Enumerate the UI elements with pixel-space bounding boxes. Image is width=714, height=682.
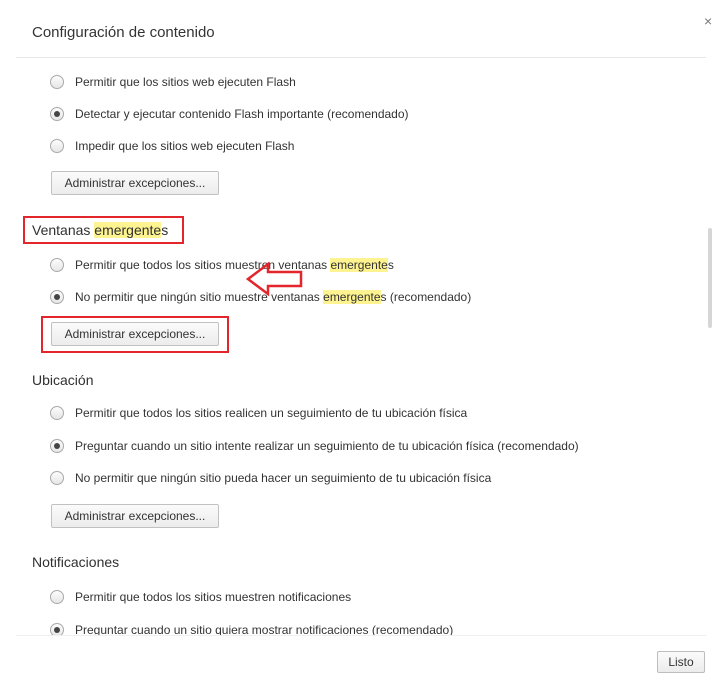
radio-popups-allow[interactable] [50, 258, 64, 272]
content-settings-dialog: Configuración de contenido × Permitir qu… [0, 0, 714, 682]
dialog-title: Configuración de contenido [32, 24, 215, 41]
location-manage-exceptions-button[interactable]: Administrar excepciones... [51, 504, 219, 528]
radio-notifications-ask[interactable] [50, 623, 64, 635]
popups-option-allow-post: s [387, 258, 394, 272]
notifications-option-ask-label: Preguntar cuando un sitio quiera mostrar… [75, 623, 454, 635]
scrollbar-thumb[interactable] [708, 228, 712, 328]
radio-flash-block[interactable] [50, 139, 64, 153]
flash-option-block-label: Impedir que los sitios web ejecuten Flas… [75, 139, 295, 153]
annotation-button-box [41, 316, 229, 353]
radio-location-allow[interactable] [50, 406, 64, 420]
location-option-ask-label: Preguntar cuando un sitio intente realiz… [75, 439, 579, 453]
annotation-arrow-icon [246, 261, 303, 297]
location-option-ask[interactable]: Preguntar cuando un sitio intente realiz… [50, 437, 579, 455]
radio-flash-allow[interactable] [50, 75, 64, 89]
radio-location-block[interactable] [50, 471, 64, 485]
notifications-option-allow[interactable]: Permitir que todos los sitios muestren n… [50, 588, 351, 606]
annotation-heading-box [23, 216, 184, 244]
location-option-allow[interactable]: Permitir que todos los sitios realicen u… [50, 404, 467, 422]
flash-option-detect[interactable]: Detectar y ejecutar contenido Flash impo… [50, 105, 409, 123]
notifications-option-ask[interactable]: Preguntar cuando un sitio quiera mostrar… [50, 621, 453, 635]
popups-option-block-highlight: emergente [323, 290, 381, 304]
flash-manage-exceptions-button[interactable]: Administrar excepciones... [51, 171, 219, 195]
location-option-allow-label: Permitir que todos los sitios realicen u… [75, 406, 468, 420]
popups-option-allow[interactable]: Permitir que todos los sitios muestren v… [50, 256, 394, 274]
radio-notifications-allow[interactable] [50, 590, 64, 604]
location-option-block[interactable]: No permitir que ningún sitio pueda hacer… [50, 469, 491, 487]
popups-option-block-post: s (recomendado) [380, 290, 472, 304]
radio-popups-block[interactable] [50, 290, 64, 304]
popups-option-allow-label: Permitir que todos los sitios muestren v… [75, 258, 394, 272]
close-icon[interactable]: × [704, 14, 712, 28]
done-button[interactable]: Listo [657, 651, 705, 673]
notifications-heading: Notificaciones [32, 554, 120, 570]
footer-divider [16, 635, 706, 636]
flash-option-allow-label: Permitir que los sitios web ejecuten Fla… [75, 75, 296, 89]
popups-option-allow-highlight: emergente [330, 258, 388, 272]
flash-option-detect-label: Detectar y ejecutar contenido Flash impo… [75, 107, 409, 121]
radio-location-ask[interactable] [50, 439, 64, 453]
location-option-block-label: No permitir que ningún sitio pueda hacer… [75, 471, 492, 485]
location-heading: Ubicación [32, 372, 94, 388]
flash-option-block[interactable]: Impedir que los sitios web ejecuten Flas… [50, 137, 294, 155]
radio-flash-detect[interactable] [50, 107, 64, 121]
flash-option-allow[interactable]: Permitir que los sitios web ejecuten Fla… [50, 73, 296, 91]
notifications-option-allow-label: Permitir que todos los sitios muestren n… [75, 590, 352, 604]
